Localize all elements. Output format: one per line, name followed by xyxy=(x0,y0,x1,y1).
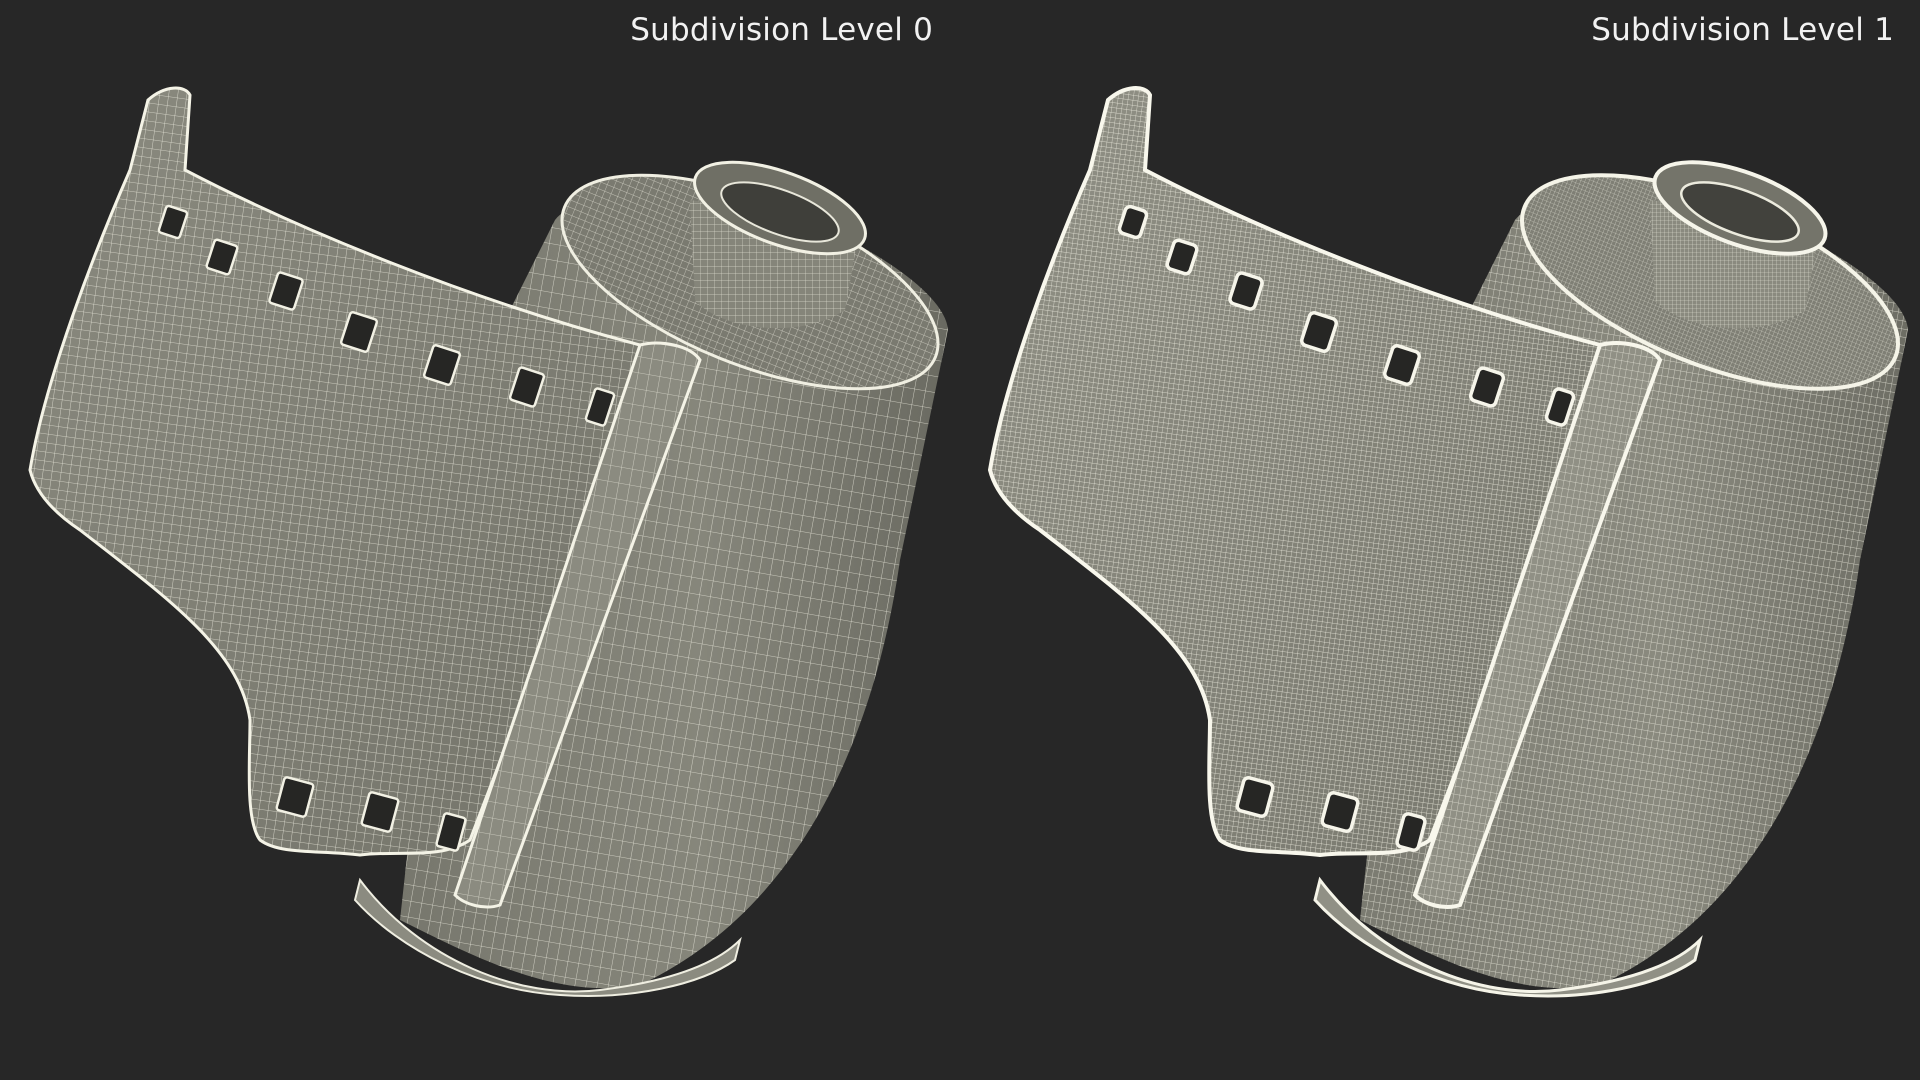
panel-label: Subdivision Level 0 xyxy=(630,12,933,48)
film-canister-wireframe-level-0 xyxy=(28,86,948,997)
render-viewport: Subdivision Level 0 Subdivision Level 1 xyxy=(0,0,1920,1080)
subdivision-level-0-panel: Subdivision Level 0 xyxy=(0,0,960,1080)
panel-label: Subdivision Level 1 xyxy=(1591,12,1894,48)
film-canister-wireframe-level-1 xyxy=(987,86,1908,998)
subdivision-level-1-panel: Subdivision Level 1 xyxy=(960,0,1920,1080)
